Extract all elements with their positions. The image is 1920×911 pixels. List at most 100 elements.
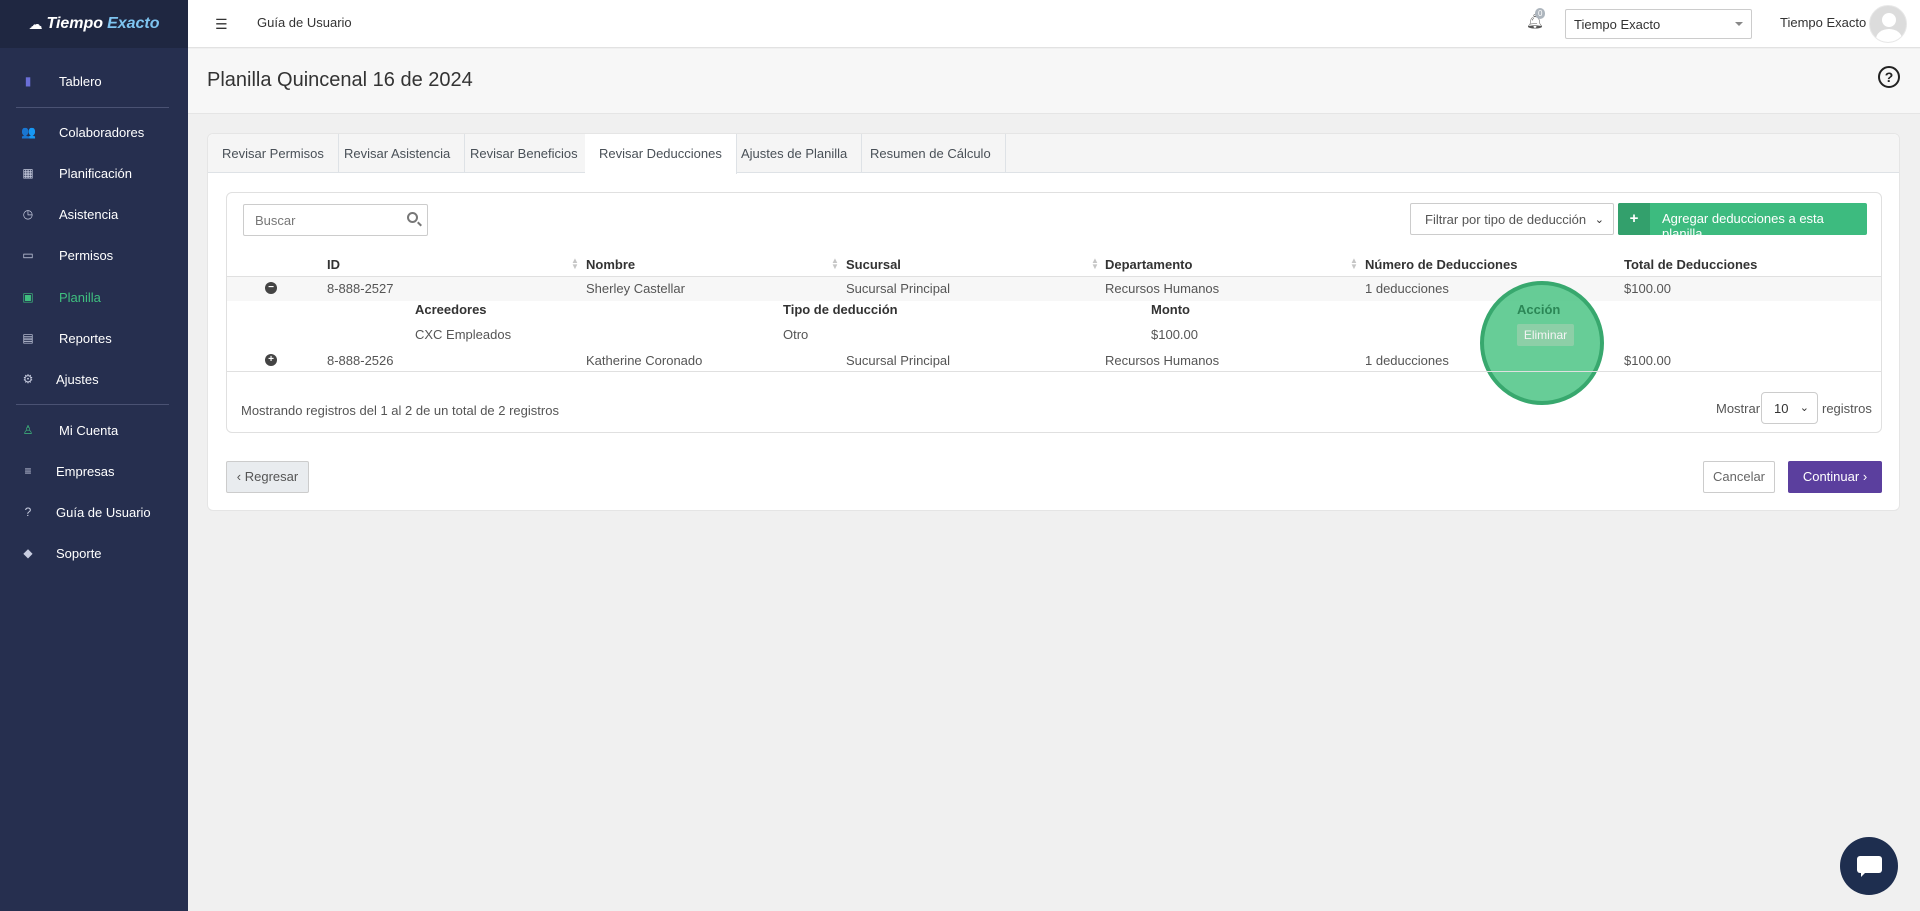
page-length-label: Mostrar (1716, 401, 1761, 416)
users-icon: 👥 (21, 125, 36, 139)
sort-icon[interactable]: ▲ ▼ (831, 257, 839, 271)
expand-row-icon[interactable]: + (265, 354, 277, 366)
sort-icon[interactable]: ▲ ▼ (1350, 257, 1358, 271)
sidebar-item-asistencia[interactable]: ◷ Asistencia (0, 200, 188, 228)
sidebar-item-label: Reportes (59, 330, 112, 346)
cell-numero: 1 deducciones (1365, 353, 1449, 368)
file-icon: ▤ (22, 331, 34, 345)
sidebar-item-label: Asistencia (59, 206, 119, 222)
sidebar-item-label: Planilla (59, 289, 101, 305)
column-header-departamento[interactable]: Departamento (1105, 257, 1192, 272)
chevron-left-icon: ‹ (236, 469, 242, 484)
continue-button-label: Continuar (1802, 469, 1860, 484)
sidebar-item-tablero[interactable]: ▮ Tablero (0, 67, 188, 95)
chat-support-button[interactable] (1840, 837, 1898, 895)
search-icon (407, 212, 418, 223)
tab-revisar-deducciones[interactable]: Revisar Deducciones (585, 134, 737, 174)
plus-icon: + (1618, 203, 1650, 235)
chevron-down-icon: ⌄ (1799, 402, 1809, 414)
deductions-panel: Filtrar por tipo de deducción ⌄ + Agrega… (226, 192, 1882, 433)
menu-toggle-icon[interactable]: ☰ (215, 16, 228, 33)
sort-icon[interactable]: ▲ ▼ (1091, 257, 1099, 271)
cell-id: 8-888-2526 (327, 353, 394, 368)
column-header-total-deducciones[interactable]: Total de Deducciones (1624, 257, 1757, 272)
payroll-card: Revisar Permisos Revisar Asistencia Revi… (207, 133, 1900, 511)
top-bar: ☰ Guía de Usuario 🔔︎ 0 Tiempo Exacto Tiem… (188, 0, 1920, 48)
sidebar-item-label: Mi Cuenta (59, 422, 119, 438)
sidebar-item-empresas[interactable]: ≡ Empresas (0, 457, 188, 485)
detail-header-acreedores: Acreedores (415, 302, 487, 317)
page-length-select[interactable]: 10 ⌄ (1761, 392, 1818, 424)
user-name[interactable]: Tiempo Exacto (1780, 15, 1866, 30)
bell-icon[interactable]: 🔔︎ 0 (1526, 8, 1546, 30)
column-header-numero-deducciones[interactable]: Número de Deducciones (1365, 257, 1517, 272)
collapse-row-icon[interactable]: − (265, 282, 277, 294)
sidebar-item-label: Tablero (59, 73, 102, 89)
avatar[interactable] (1869, 5, 1907, 43)
gear-icon: ⚙ (22, 372, 34, 386)
avatar-head (1882, 13, 1896, 27)
company-select-value: Tiempo Exacto (1574, 17, 1661, 32)
sidebar-item-reportes[interactable]: ▤ Reportes (0, 324, 188, 352)
add-deductions-button[interactable]: + Agregar deducciones a esta planilla (1618, 203, 1867, 241)
tab-ajustes-de-planilla[interactable]: Ajustes de Planilla (727, 134, 863, 173)
company-select[interactable]: Tiempo Exacto (1565, 9, 1752, 39)
page-length-value: 10 (1774, 401, 1789, 416)
chat-icon (1857, 856, 1882, 877)
deduction-type-filter[interactable]: Filtrar por tipo de deducción ⌄ (1410, 203, 1614, 235)
sidebar-item-guia-de-usuario[interactable]: ? Guía de Usuario (0, 498, 188, 526)
tab-revisar-permisos[interactable]: Revisar Permisos (208, 134, 339, 173)
chevron-right-icon: › (1862, 469, 1868, 484)
brand-logo[interactable]: ☁ Tiempo Exacto (0, 0, 188, 48)
continue-button[interactable]: Continuar › (1788, 461, 1882, 493)
sidebar-item-planificacion[interactable]: ▦ Planificación (0, 159, 188, 187)
cell-id: 8-888-2527 (327, 281, 394, 296)
sidebar-divider (16, 107, 169, 108)
tab-revisar-asistencia[interactable]: Revisar Asistencia (330, 134, 466, 173)
page-title: Planilla Quincenal 16 de 2024 (207, 69, 473, 91)
search-input[interactable] (243, 204, 428, 236)
sidebar-item-mi-cuenta[interactable]: ♙ Mi Cuenta (0, 416, 188, 444)
cell-total: $100.00 (1624, 281, 1671, 296)
cloud-icon: ☁ (28, 15, 43, 32)
cancel-button[interactable]: Cancelar (1703, 461, 1775, 493)
sidebar-divider (16, 404, 169, 405)
tab-resumen-de-calculo[interactable]: Resumen de Cálculo (856, 134, 1006, 173)
cell-departamento: Recursos Humanos (1105, 281, 1220, 296)
sidebar-item-permisos[interactable]: ▭ Permisos (0, 241, 188, 269)
cell-nombre: Sherley Castellar (586, 281, 685, 296)
sidebar-item-label: Guía de Usuario (56, 504, 151, 520)
detail-cell-tipo: Otro (783, 327, 809, 342)
brand-name-part1: Tiempo (46, 15, 104, 32)
sidebar-item-ajustes[interactable]: ⚙ Ajustes (0, 365, 188, 393)
sidebar-item-label: Permisos (59, 247, 114, 263)
help-icon[interactable]: ? (1878, 66, 1900, 88)
money-icon: ▣ (22, 290, 34, 304)
tab-revisar-beneficios[interactable]: Revisar Beneficios (456, 134, 593, 173)
sidebar-item-planilla[interactable]: ▣ Planilla (0, 283, 188, 311)
column-header-nombre[interactable]: Nombre (586, 257, 635, 272)
column-header-id[interactable]: ID (327, 257, 340, 272)
question-icon: ? (24, 505, 32, 519)
table-info: Mostrando registros del 1 al 2 de un tot… (241, 403, 559, 418)
filter-value: Filtrar por tipo de deducción (1425, 212, 1587, 227)
delete-deduction-button[interactable]: Eliminar (1517, 324, 1574, 346)
cell-numero: 1 deducciones (1365, 281, 1449, 296)
user-icon: ♙ (22, 423, 34, 437)
user-guide-link[interactable]: Guía de Usuario (257, 15, 352, 30)
sort-icon[interactable]: ▲ ▼ (571, 257, 579, 271)
sidebar-item-soporte[interactable]: ◆ Soporte (0, 539, 188, 567)
cell-total: $100.00 (1624, 353, 1671, 368)
caret-down-icon (1735, 22, 1743, 26)
notification-badge: 0 (1535, 8, 1546, 19)
page-header: Planilla Quincenal 16 de 2024 ? (188, 49, 1920, 114)
sidebar-item-colaboradores[interactable]: 👥 Colaboradores (0, 118, 188, 146)
avatar-body (1876, 29, 1902, 42)
column-header-sucursal[interactable]: Sucursal (846, 257, 901, 272)
back-button[interactable]: ‹ Regresar (226, 461, 309, 493)
add-deductions-label: Agregar deducciones a esta planilla (1662, 211, 1824, 241)
back-button-label: Regresar (244, 469, 299, 484)
brand-name-part2: Exacto (107, 15, 160, 32)
shield-icon: ◆ (23, 546, 33, 560)
detail-cell-monto: $100.00 (1151, 327, 1198, 342)
